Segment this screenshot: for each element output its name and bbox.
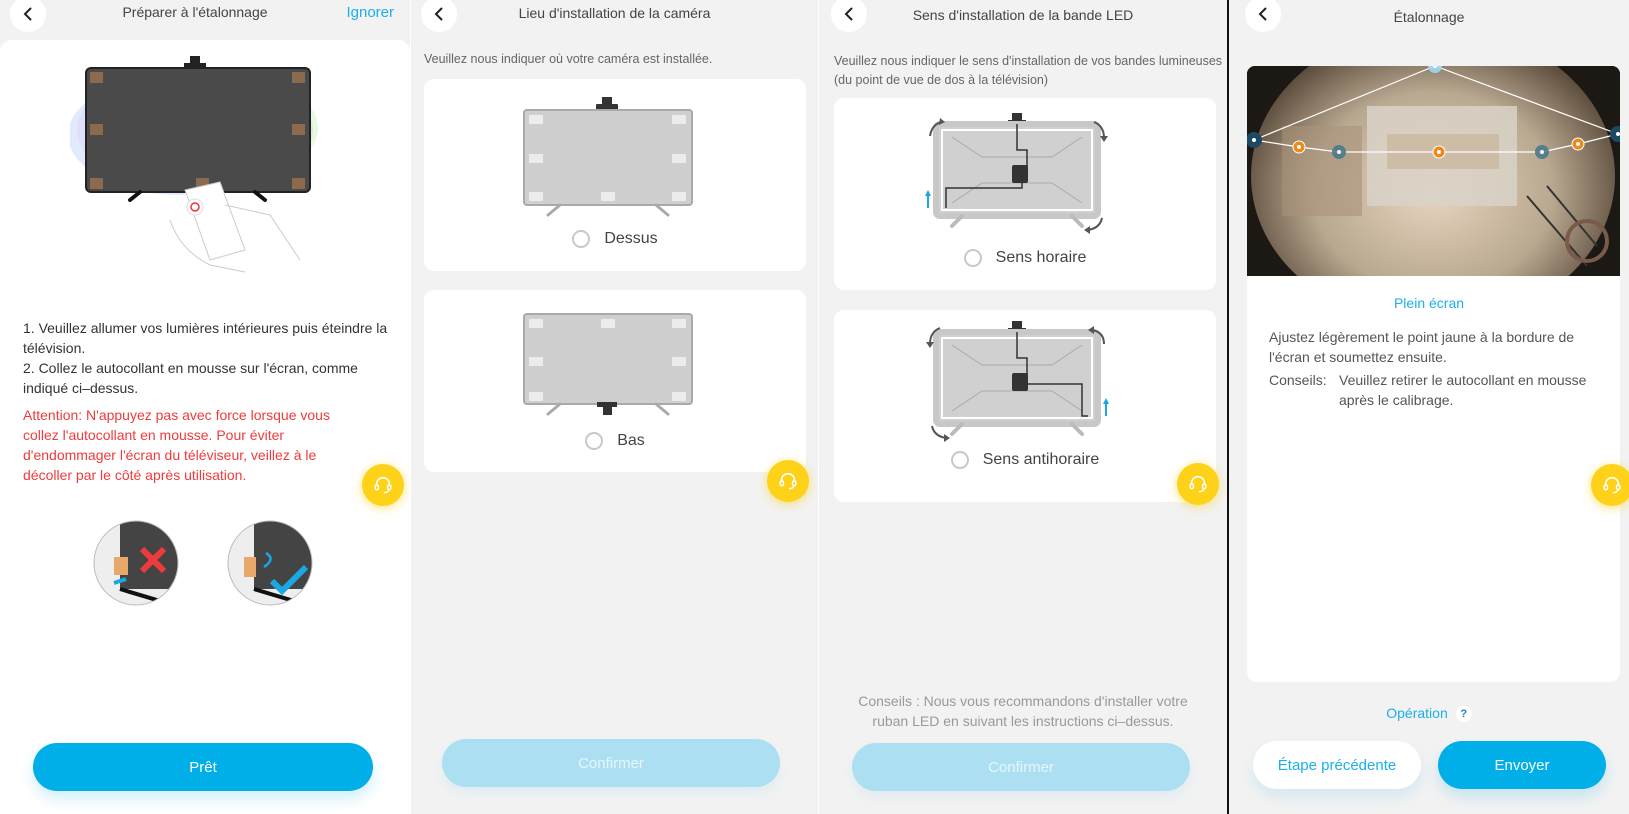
- correct-removal-illustration: [227, 520, 313, 606]
- radio-option-clockwise[interactable]: Sens horaire: [834, 249, 1216, 267]
- radio-option-counterclockwise[interactable]: Sens antihoraire: [834, 451, 1216, 469]
- previous-step-button[interactable]: Étape précédente: [1253, 741, 1421, 789]
- support-button[interactable]: [362, 464, 404, 506]
- instructions: 1. Veuillez allumer vos lumières intérie…: [23, 318, 388, 398]
- corner-point-left[interactable]: [1247, 132, 1262, 148]
- tv-led-counterclockwise-illustration: [926, 321, 1109, 442]
- radio-option-top[interactable]: Dessus: [424, 230, 806, 248]
- headset-icon: [374, 476, 392, 494]
- tv-led-clockwise-illustration: [925, 113, 1108, 234]
- support-button[interactable]: [767, 460, 809, 502]
- ready-button[interactable]: Prêt: [33, 743, 373, 791]
- radio-button[interactable]: [572, 230, 591, 248]
- support-button[interactable]: [1177, 463, 1219, 505]
- send-button[interactable]: Envoyer: [1438, 741, 1606, 789]
- tips-text: Veuillez retirer le autocollant en mouss…: [1339, 372, 1587, 408]
- page-title: Sens d'installation de la bande LED: [912, 7, 1134, 23]
- option-card-top[interactable]: Dessus: [424, 79, 806, 271]
- camera-preview[interactable]: [1247, 66, 1620, 276]
- confirm-button[interactable]: Confirmer: [442, 739, 780, 787]
- option-label: Bas: [617, 432, 645, 449]
- headset-icon: [1189, 475, 1207, 493]
- option-card-clockwise[interactable]: Sens horaire: [834, 98, 1216, 290]
- instruction-step-1: 1. Veuillez allumer vos lumières intérie…: [23, 320, 388, 356]
- calibration-instruction: Ajustez légèrement le point jaune à la b…: [1269, 329, 1575, 365]
- page-title: Lieu d'installation de la caméra: [518, 5, 711, 21]
- description: Veuillez nous indiquer où votre caméra e…: [424, 52, 713, 66]
- operation-help[interactable]: Opération?: [1229, 705, 1629, 723]
- warning-text: Attention: N'appuyez pas avec force lors…: [23, 407, 330, 483]
- calibration-screen: Étalonnage Plein écran Ajustez légèremen…: [1227, 0, 1629, 814]
- radio-button[interactable]: [950, 451, 969, 469]
- headset-icon: [1603, 476, 1621, 494]
- tv-camera-bottom-illustration: [523, 313, 693, 416]
- description: Veuillez nous indiquer le sens d'install…: [834, 54, 1223, 87]
- question-icon[interactable]: ?: [1455, 706, 1472, 723]
- tips-block: Conseils: Veuillez retirer le autocollan…: [1269, 370, 1599, 410]
- instruction-step-2: 2. Collez le autocollant en mousse sur l…: [23, 360, 358, 396]
- tv-setup-illustration: [70, 56, 318, 273]
- option-label: Dessus: [604, 230, 658, 247]
- fullscreen-link[interactable]: Plein écran: [1229, 295, 1629, 311]
- option-card-counterclockwise[interactable]: Sens antihoraire: [834, 310, 1216, 502]
- camera-location-screen: Lieu d'installation de la caméra Veuille…: [410, 0, 818, 814]
- radio-button[interactable]: [963, 249, 982, 267]
- tips-label: Conseils:: [1269, 372, 1327, 388]
- calibration-overlay[interactable]: [1247, 66, 1620, 276]
- support-button[interactable]: [1591, 464, 1629, 506]
- yellow-adjust-point[interactable]: [1292, 140, 1306, 154]
- edge-point[interactable]: [1332, 145, 1346, 159]
- yellow-adjust-point[interactable]: [1432, 145, 1446, 159]
- edge-point[interactable]: [1535, 145, 1549, 159]
- tv-camera-top-illustration: [523, 97, 693, 217]
- headset-icon: [779, 472, 797, 490]
- skip-link[interactable]: Ignorer: [346, 4, 394, 21]
- tips-text: Conseils : Nous vous recommandons d'inst…: [858, 693, 1188, 729]
- led-direction-screen: Sens d'installation de la bande LED Veui…: [818, 0, 1227, 814]
- radio-button[interactable]: [585, 432, 604, 450]
- option-label: Sens horaire: [995, 249, 1087, 266]
- prepare-calibration-screen: Préparer à l'étalonnage Ignorer 1. Veuil…: [0, 0, 410, 814]
- confirm-button[interactable]: Confirmer: [852, 743, 1190, 791]
- page-title: Étalonnage: [1393, 9, 1465, 25]
- yellow-adjust-point[interactable]: [1571, 137, 1585, 151]
- corner-point-right[interactable]: [1610, 126, 1620, 142]
- operation-link[interactable]: Opération: [1386, 705, 1447, 721]
- wrong-removal-illustration: [93, 520, 179, 606]
- option-label: Sens antihoraire: [982, 451, 1100, 468]
- page-title: Préparer à l'étalonnage: [122, 4, 268, 20]
- option-card-bottom[interactable]: Bas: [424, 290, 806, 472]
- corner-point-top[interactable]: [1428, 66, 1442, 73]
- radio-option-bottom[interactable]: Bas: [424, 432, 806, 450]
